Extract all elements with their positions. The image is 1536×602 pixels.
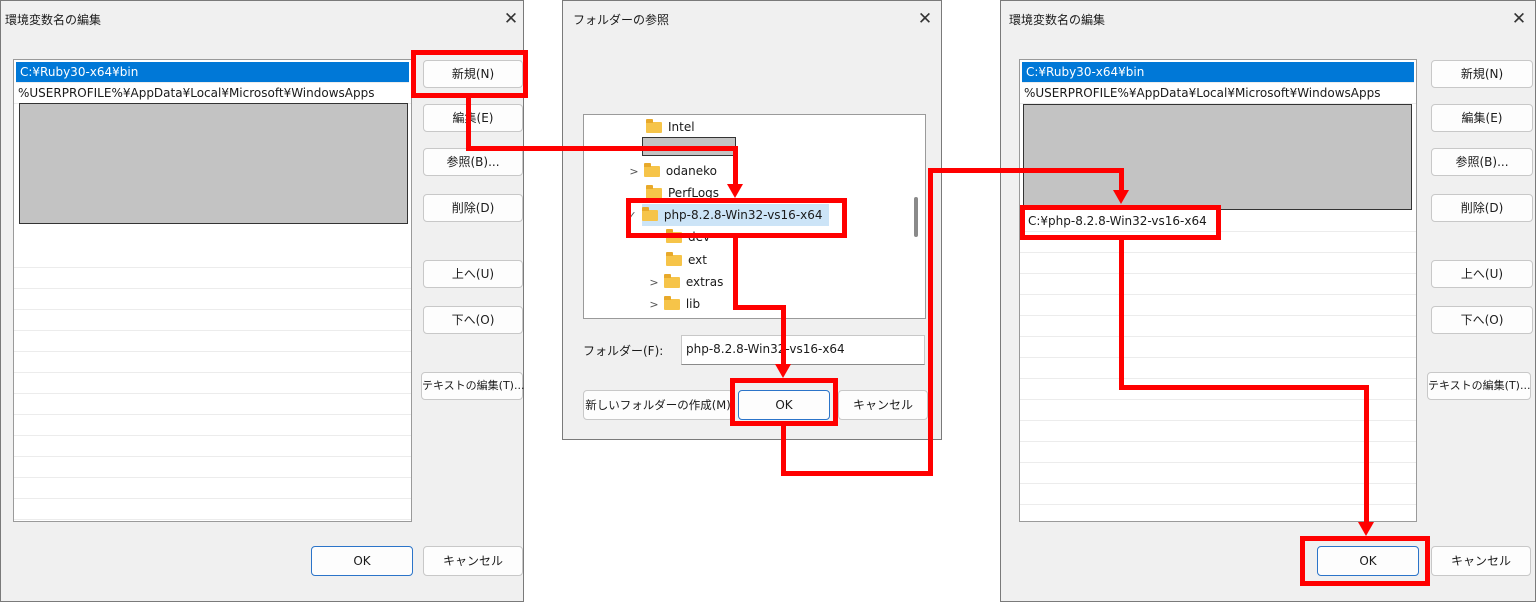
connector-line bbox=[1364, 385, 1369, 523]
list-item[interactable]: C:¥Ruby30-x64¥bin bbox=[16, 62, 409, 83]
connector-line bbox=[1119, 240, 1124, 390]
move-up-button[interactable]: 上へ(U) bbox=[423, 260, 523, 288]
highlight-php-folder bbox=[626, 198, 847, 238]
dialog-title: フォルダーの参照 bbox=[573, 13, 670, 27]
dialog-title: 環境変数名の編集 bbox=[1009, 13, 1106, 27]
folder-label: フォルダー(F): bbox=[583, 344, 664, 358]
chevron-right-icon[interactable]: > bbox=[648, 272, 660, 294]
folder-icon bbox=[666, 252, 682, 266]
tree-item-extras[interactable]: > extras bbox=[648, 271, 723, 293]
cancel-button[interactable]: キャンセル bbox=[838, 390, 928, 420]
list-item[interactable]: C:¥Ruby30-x64¥bin bbox=[1022, 62, 1414, 83]
dialog-title: 環境変数名の編集 bbox=[5, 13, 102, 27]
new-button[interactable]: 新規(N) bbox=[1431, 60, 1533, 88]
path-list[interactable]: C:¥Ruby30-x64¥bin %USERPROFILE%¥AppData¥… bbox=[13, 59, 412, 522]
new-folder-button[interactable]: 新しいフォルダーの作成(M) bbox=[583, 390, 733, 420]
redacted-area bbox=[1023, 104, 1412, 210]
move-up-button[interactable]: 上へ(U) bbox=[1431, 260, 1533, 288]
connector-line bbox=[1119, 385, 1369, 390]
cancel-button[interactable]: キャンセル bbox=[423, 546, 523, 576]
path-list[interactable]: C:¥Ruby30-x64¥bin %USERPROFILE%¥AppData¥… bbox=[1019, 59, 1417, 522]
connector-line bbox=[466, 146, 738, 151]
edit-text-button[interactable]: テキストの編集(T)... bbox=[1427, 372, 1531, 400]
connector-line bbox=[781, 305, 786, 365]
folder-icon bbox=[646, 119, 662, 133]
connector-line bbox=[781, 471, 933, 476]
edit-button[interactable]: 編集(E) bbox=[1431, 104, 1533, 132]
ok-button[interactable]: OK bbox=[311, 546, 413, 576]
connector-line bbox=[466, 98, 471, 150]
tree-item-lib[interactable]: > lib bbox=[648, 293, 700, 315]
connector-line bbox=[733, 146, 738, 186]
arrow-head bbox=[1113, 190, 1129, 204]
folder-input[interactable]: php-8.2.8-Win32-vs16-x64 bbox=[681, 335, 925, 365]
move-down-button[interactable]: 下へ(O) bbox=[423, 306, 523, 334]
delete-button[interactable]: 削除(D) bbox=[423, 194, 523, 222]
arrow-head bbox=[1358, 522, 1374, 536]
folder-icon bbox=[663, 274, 680, 288]
arrow-head bbox=[775, 364, 791, 378]
chevron-right-icon[interactable]: > bbox=[648, 294, 660, 316]
highlight-new-path bbox=[1020, 205, 1221, 240]
highlight-new-button bbox=[411, 50, 528, 98]
connector-line bbox=[928, 168, 933, 476]
folder-icon bbox=[663, 296, 680, 310]
scrollbar-thumb[interactable] bbox=[914, 197, 918, 237]
connector-line bbox=[928, 168, 1124, 173]
highlight-final-ok bbox=[1300, 536, 1430, 586]
cancel-button[interactable]: キャンセル bbox=[1431, 546, 1531, 576]
tree-item-odaneko[interactable]: > odaneko bbox=[628, 160, 717, 182]
close-icon[interactable]: ✕ bbox=[915, 9, 935, 29]
highlight-folder-ok bbox=[730, 378, 838, 426]
connector-line bbox=[1119, 168, 1124, 192]
folder-icon bbox=[643, 163, 660, 177]
tree-item-intel[interactable]: Intel bbox=[646, 116, 695, 138]
chevron-right-icon[interactable]: > bbox=[628, 161, 640, 183]
edit-text-button[interactable]: テキストの編集(T)... bbox=[421, 372, 524, 400]
list-item[interactable]: %USERPROFILE%¥AppData¥Local¥Microsoft¥Wi… bbox=[1020, 83, 1416, 104]
redacted-area bbox=[19, 103, 408, 224]
env-edit-dialog-right: 環境変数名の編集 ✕ C:¥Ruby30-x64¥bin %USERPROFIL… bbox=[1000, 0, 1536, 602]
browse-button[interactable]: 参照(B)... bbox=[423, 148, 523, 176]
close-icon[interactable]: ✕ bbox=[1509, 9, 1529, 29]
tree-item-ext[interactable]: ext bbox=[666, 249, 707, 271]
move-down-button[interactable]: 下へ(O) bbox=[1431, 306, 1533, 334]
edit-button[interactable]: 編集(E) bbox=[423, 104, 523, 132]
connector-line bbox=[733, 305, 786, 310]
delete-button[interactable]: 削除(D) bbox=[1431, 194, 1533, 222]
close-icon[interactable]: ✕ bbox=[501, 9, 521, 29]
list-item[interactable]: %USERPROFILE%¥AppData¥Local¥Microsoft¥Wi… bbox=[14, 83, 411, 104]
browse-button[interactable]: 参照(B)... bbox=[1431, 148, 1533, 176]
arrow-head bbox=[727, 184, 743, 198]
connector-line bbox=[733, 238, 738, 310]
connector-line bbox=[781, 426, 786, 476]
